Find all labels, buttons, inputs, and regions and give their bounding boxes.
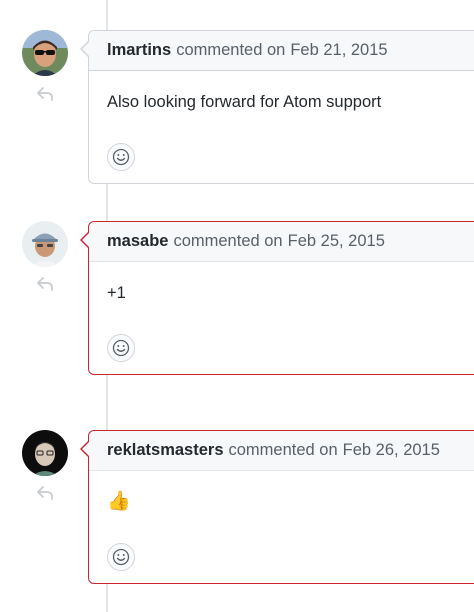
comment-box: reklatsmasters commented on Feb 26, 2015… — [80, 430, 474, 584]
reply-icon[interactable] — [36, 276, 54, 292]
add-reaction-button[interactable] — [107, 543, 135, 571]
add-reaction-button[interactable] — [107, 334, 135, 362]
comment-pointer — [80, 41, 89, 57]
comment-date[interactable]: Feb 25, 2015 — [288, 232, 385, 251]
smiley-icon — [112, 339, 130, 357]
timeline-rail — [106, 374, 108, 432]
timeline-rail — [106, 184, 108, 222]
timeline-rail — [106, 582, 108, 612]
avatar-sunglasses-icon — [22, 30, 68, 76]
comment-author[interactable]: reklatsmasters — [107, 441, 224, 460]
avatar-dark-icon — [22, 430, 68, 476]
comment-text: +1 — [107, 284, 126, 302]
comment-pointer — [80, 232, 89, 248]
avatar-reklatsmasters[interactable] — [22, 430, 68, 476]
comment-action: commented on — [173, 232, 283, 250]
avatar-cap-icon — [22, 221, 68, 267]
add-reaction-button[interactable] — [107, 143, 135, 171]
avatar-masabe[interactable] — [22, 221, 68, 267]
comment-body: Also looking forward for Atom support — [89, 71, 474, 135]
timeline-rail — [106, 0, 108, 32]
comment-header: lmartins commented on Feb 21, 2015 — [89, 31, 474, 71]
reaction-row — [89, 135, 474, 181]
comment-header: masabe commented on Feb 25, 2015 — [89, 222, 474, 262]
reply-icon[interactable] — [36, 86, 54, 102]
reply-icon[interactable] — [36, 485, 54, 501]
comment-body: 👍 — [89, 471, 474, 535]
thumbs-up-icon: 👍 — [107, 491, 131, 512]
reaction-row — [89, 535, 474, 581]
comment-box: masabe commented on Feb 25, 2015 +1 — [80, 221, 474, 375]
comment-pointer — [80, 441, 89, 457]
comment-author[interactable]: lmartins — [107, 41, 171, 60]
comment-author[interactable]: masabe — [107, 232, 168, 251]
comment-action: commented on — [176, 41, 286, 59]
smiley-icon — [112, 148, 130, 166]
comment-box: lmartins commented on Feb 21, 2015 Also … — [80, 30, 474, 184]
comment-body: +1 — [89, 262, 474, 326]
smiley-icon — [112, 548, 130, 566]
comment-action: commented on — [228, 441, 338, 459]
avatar-lmartins[interactable] — [22, 30, 68, 76]
comment-date[interactable]: Feb 21, 2015 — [290, 41, 387, 60]
comment-header: reklatsmasters commented on Feb 26, 2015 — [89, 431, 474, 471]
reaction-row — [89, 326, 474, 372]
comment-date[interactable]: Feb 26, 2015 — [343, 441, 440, 460]
comment-text: Also looking forward for Atom support — [107, 93, 382, 111]
